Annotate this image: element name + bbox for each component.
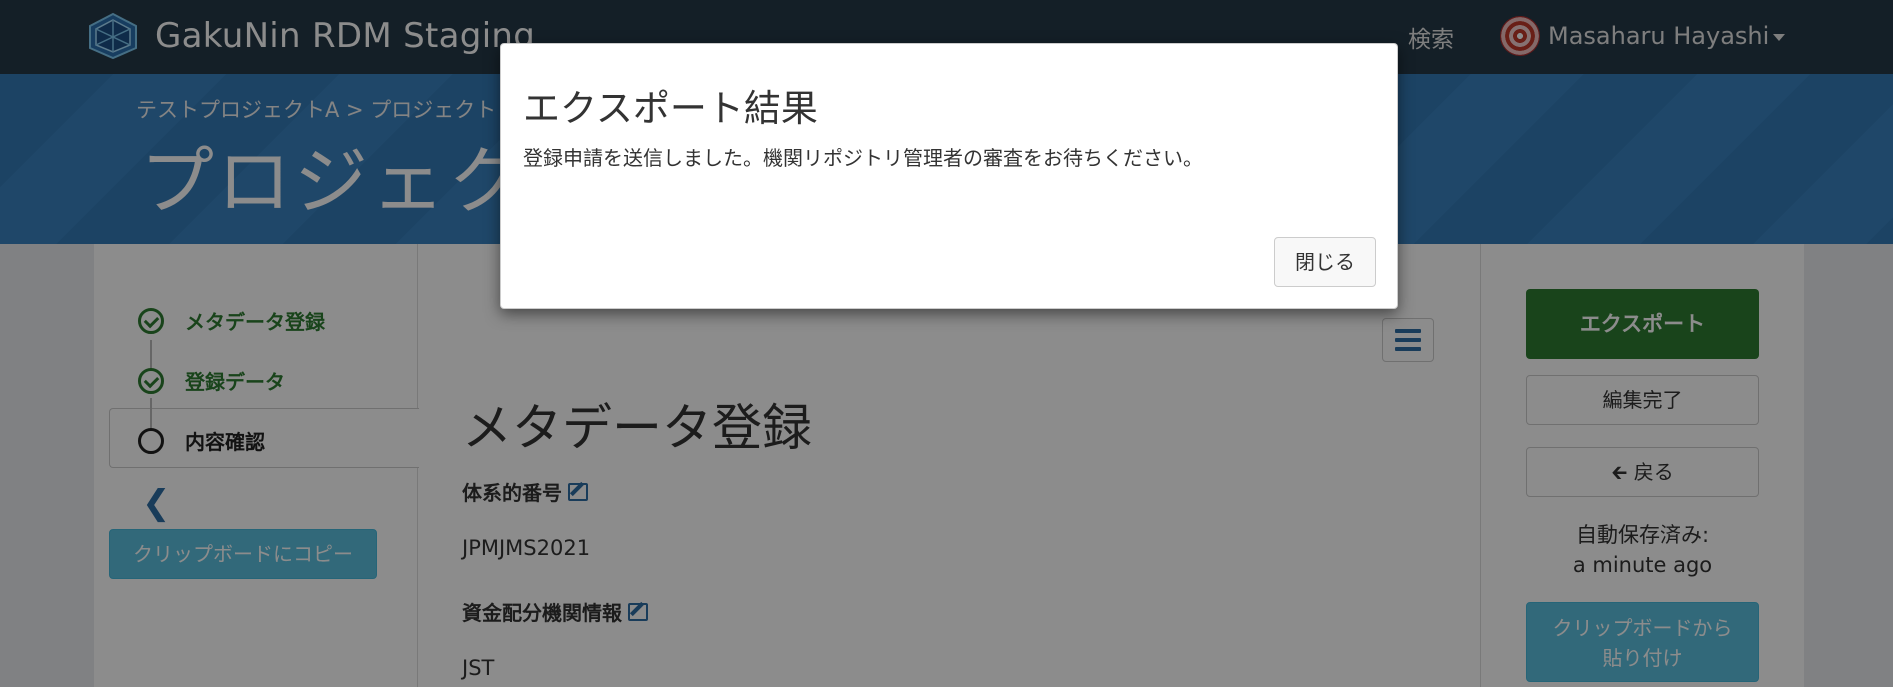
close-button[interactable]: 閉じる [1274,237,1376,287]
modal-message: 登録申請を送信しました。機関リポジトリ管理者の審査をお待ちください。 [523,146,1203,170]
modal-title: エクスポート結果 [523,87,818,130]
export-result-modal: エクスポート結果 登録申請を送信しました。機関リポジトリ管理者の審査をお待ちくだ… [500,43,1398,309]
